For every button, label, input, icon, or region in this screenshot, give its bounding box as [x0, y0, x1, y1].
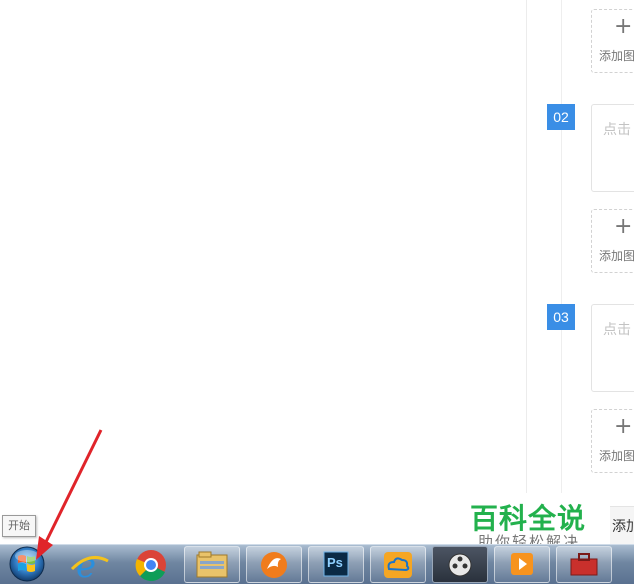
taskbar: e Ps: [0, 544, 634, 586]
add-image-label: 添加图: [599, 449, 634, 463]
folder-icon: [196, 551, 228, 578]
step-timeline-line: [561, 0, 562, 544]
play-icon: [511, 553, 533, 575]
toolbox-button[interactable]: [556, 546, 612, 583]
step-text-placeholder: 点击: [603, 122, 631, 138]
add-image-button-3[interactable]: + 添加图: [591, 409, 634, 473]
add-image-button-2[interactable]: + 添加图: [591, 209, 634, 273]
step-number-badge: 02: [547, 104, 575, 130]
start-tooltip: 开始: [2, 515, 36, 537]
plus-icon: +: [614, 14, 633, 39]
video-player-button[interactable]: [494, 546, 550, 583]
plus-icon: +: [614, 414, 633, 439]
cloud-icon: [384, 552, 412, 578]
fox-browser-icon: [261, 552, 287, 578]
panel-divider: [526, 0, 527, 544]
step-number-badge: 03: [547, 304, 575, 330]
photoshop-button[interactable]: Ps: [308, 546, 364, 583]
add-image-label: 添加图: [599, 249, 634, 263]
file-explorer-button[interactable]: [184, 546, 240, 583]
toolbox-icon: [570, 553, 598, 576]
plus-icon: +: [614, 214, 633, 239]
chrome-icon[interactable]: [124, 545, 178, 584]
start-button[interactable]: [4, 544, 50, 584]
internet-explorer-icon[interactable]: e: [64, 545, 118, 586]
windows-orb-icon: [9, 546, 45, 582]
add-step-label: 添加: [612, 519, 634, 535]
film-reel-icon: [448, 553, 472, 577]
blank-canvas-area: [0, 0, 526, 544]
fox-browser-button[interactable]: [246, 546, 302, 583]
photoshop-label: Ps: [327, 555, 343, 570]
step-text-input[interactable]: 点击: [591, 304, 634, 392]
cloud-app-button[interactable]: [370, 546, 426, 583]
step-text-input[interactable]: 点击: [591, 104, 634, 192]
add-image-button-1[interactable]: + 添加图: [591, 9, 634, 73]
step-text-placeholder: 点击: [603, 322, 631, 338]
add-image-label: 添加图: [599, 49, 634, 63]
svg-text:e: e: [76, 546, 96, 584]
media-player-button[interactable]: [432, 546, 488, 583]
